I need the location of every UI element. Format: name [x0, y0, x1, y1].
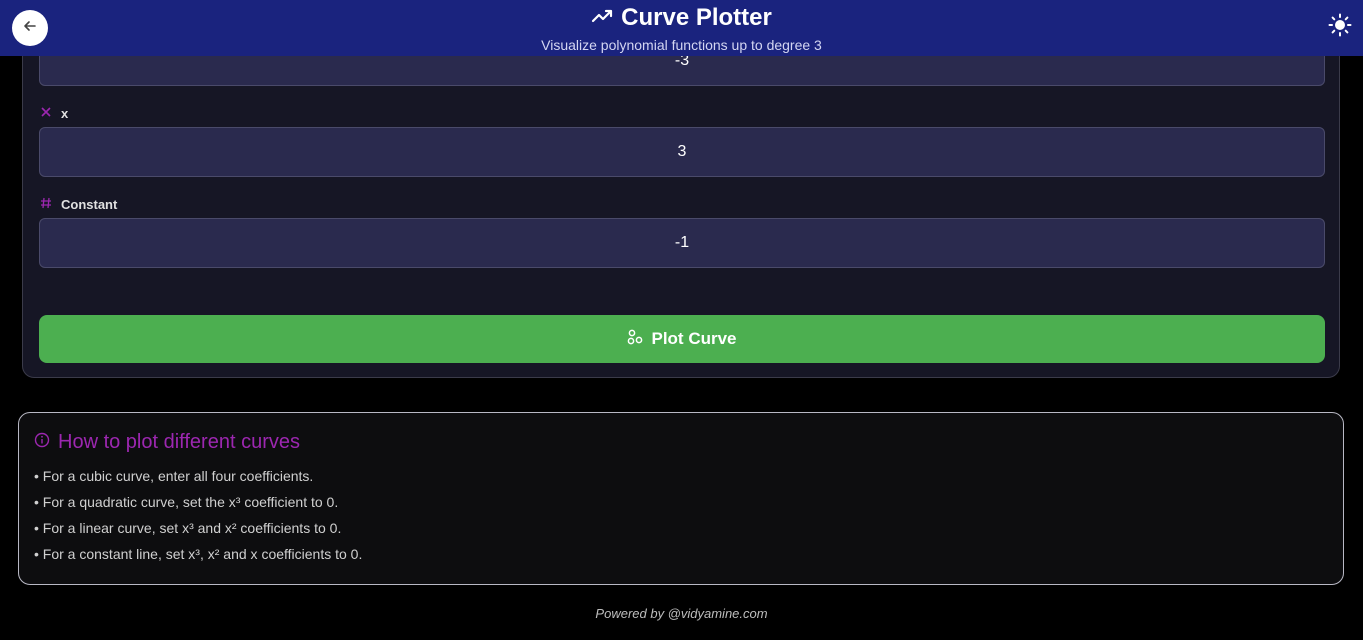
help-list: • For a cubic curve, enter all four coef… [34, 467, 362, 571]
x-coefficient-label: x [39, 105, 68, 122]
plot-curve-label: Plot Curve [651, 329, 737, 348]
help-item-cubic: • For a cubic curve, enter all four coef… [34, 468, 314, 484]
page-title: Curve Plotter [591, 3, 772, 33]
help-item-linear: • For a linear curve, set x³ and x² coef… [34, 520, 342, 536]
help-item-constant: • For a constant line, set x³, x² and x … [34, 546, 363, 562]
help-title: How to plot different curves [34, 431, 300, 454]
scatter-icon [627, 329, 643, 350]
constant-label: Constant [39, 196, 117, 213]
constant-input[interactable] [39, 218, 1325, 268]
app-header: Curve Plotter Visualize polynomial funct… [0, 0, 1363, 56]
coefficients-card: x Constant Plot Curve [22, 20, 1340, 378]
page-subtitle: Visualize polynomial functions up to deg… [541, 37, 822, 53]
theme-toggle-button[interactable] [1327, 13, 1353, 42]
plot-curve-button[interactable]: Plot Curve [39, 315, 1325, 363]
footer-credit: Powered by @vidyamine.com [595, 606, 768, 621]
help-card: How to plot different curves • For a cub… [18, 412, 1344, 585]
x-coefficient-input[interactable] [39, 127, 1325, 177]
x-icon [39, 105, 53, 122]
header-title-block: Curve Plotter Visualize polynomial funct… [0, 3, 1363, 53]
constant-label-text: Constant [61, 197, 118, 212]
x-coefficient-label-text: x [61, 106, 69, 121]
sun-icon [1328, 13, 1352, 42]
page-title-text: Curve Plotter [621, 4, 772, 31]
info-icon [34, 431, 50, 454]
trending-up-icon [591, 4, 613, 33]
hash-icon [39, 196, 53, 213]
help-item-quadratic: • For a quadratic curve, set the x³ coef… [34, 494, 339, 510]
help-title-text: How to plot different curves [58, 431, 300, 453]
